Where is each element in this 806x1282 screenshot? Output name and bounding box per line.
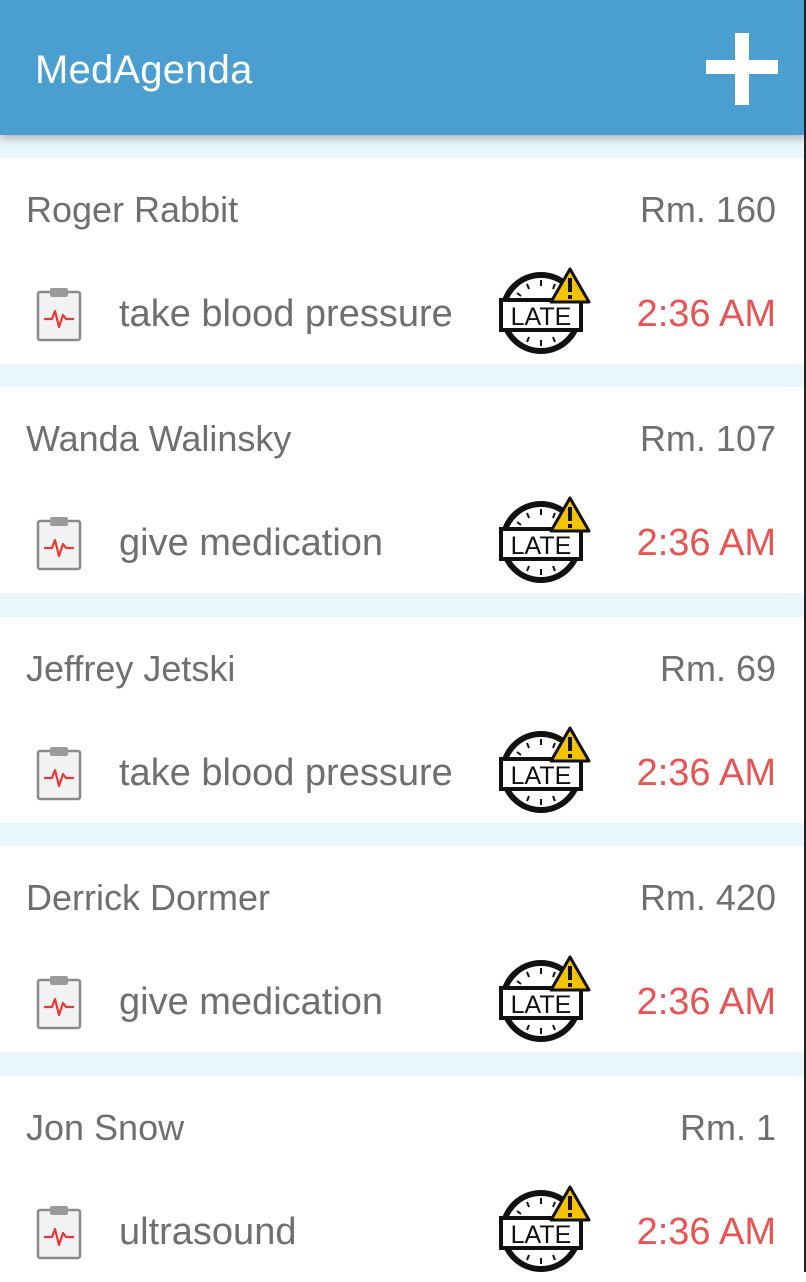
late-clock-icon: LATE bbox=[497, 954, 593, 1046]
room-number: Rm. 420 bbox=[639, 877, 776, 918]
late-label: LATE bbox=[511, 762, 572, 790]
patient-name: Jeffrey Jetski bbox=[26, 648, 236, 689]
task-description: take blood pressure bbox=[119, 752, 453, 794]
patient-name: Derrick Dormer bbox=[26, 877, 271, 918]
late-clock-icon: LATE bbox=[497, 495, 593, 587]
clipboard-icon bbox=[35, 974, 83, 1030]
room-number: Rm. 107 bbox=[639, 418, 776, 459]
task-description: take blood pressure bbox=[119, 293, 453, 335]
task-time: 2:36 AM bbox=[636, 293, 776, 335]
patient-name: Wanda Walinsky bbox=[26, 418, 292, 459]
task-card[interactable]: Jeffrey Jetski Rm. 69 take blood pressur… bbox=[0, 617, 806, 823]
late-label: LATE bbox=[511, 1221, 572, 1249]
task-description: ultrasound bbox=[119, 1211, 297, 1253]
late-label: LATE bbox=[511, 303, 572, 331]
app-bar: MedAgenda bbox=[0, 0, 806, 135]
clipboard-icon bbox=[35, 286, 83, 342]
app-title: MedAgenda bbox=[35, 48, 253, 92]
clipboard-icon bbox=[35, 1204, 83, 1260]
clipboard-icon bbox=[35, 515, 83, 571]
room-number: Rm. 1 bbox=[679, 1107, 776, 1148]
late-label: LATE bbox=[511, 991, 572, 1019]
clipboard-icon bbox=[35, 745, 83, 801]
add-task-button[interactable] bbox=[700, 30, 780, 106]
task-card[interactable]: Wanda Walinsky Rm. 107 give medication L… bbox=[0, 387, 806, 593]
late-label: LATE bbox=[511, 532, 572, 560]
task-time: 2:36 AM bbox=[636, 522, 776, 564]
late-clock-icon: LATE bbox=[497, 266, 593, 358]
late-clock-icon: LATE bbox=[497, 725, 593, 817]
room-number: Rm. 160 bbox=[639, 189, 776, 230]
task-description: give medication bbox=[119, 981, 384, 1023]
patient-name: Roger Rabbit bbox=[26, 189, 239, 230]
task-card[interactable]: Jon Snow Rm. 1 ultrasound LATE 2:36 AM bbox=[0, 1076, 806, 1282]
task-card[interactable]: Derrick Dormer Rm. 420 give medication L… bbox=[0, 846, 806, 1052]
room-number: Rm. 69 bbox=[659, 648, 776, 689]
task-card[interactable]: Roger Rabbit Rm. 160 take blood pressure bbox=[0, 158, 806, 364]
task-description: give medication bbox=[119, 522, 384, 564]
task-time: 2:36 AM bbox=[636, 1211, 776, 1253]
task-time: 2:36 AM bbox=[636, 981, 776, 1023]
patient-name: Jon Snow bbox=[26, 1107, 185, 1148]
late-clock-icon: LATE bbox=[497, 1184, 593, 1276]
task-time: 2:36 AM bbox=[636, 752, 776, 794]
